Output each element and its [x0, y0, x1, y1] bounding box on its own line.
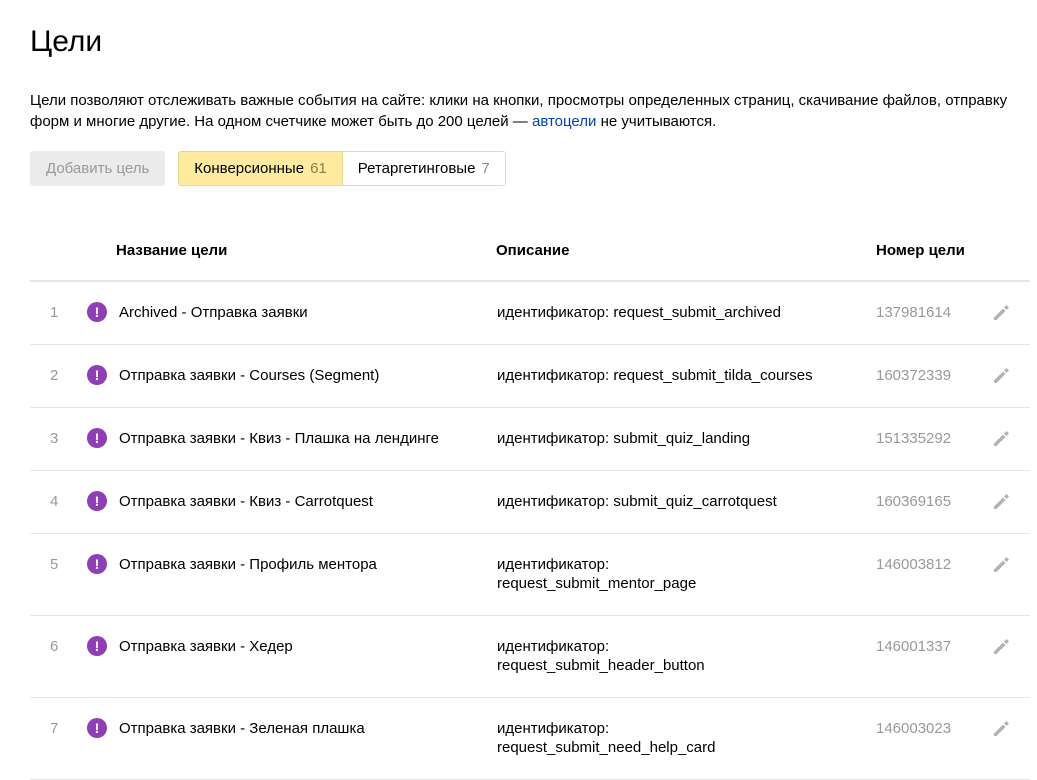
table-row: 5 ! Отправка заявки - Профиль ментора ид… [30, 534, 1030, 616]
row-number: 1 [50, 304, 59, 321]
autogoals-link[interactable]: автоцели [532, 113, 596, 130]
goal-type-tabs: Конверсионные 61 Ретаргетинговые 7 [178, 151, 506, 186]
goal-description-label: идентификатор: [497, 720, 610, 737]
goal-id: 146003023 [876, 720, 952, 737]
goal-description-label: идентификатор: [497, 493, 614, 510]
row-number: 2 [50, 367, 59, 384]
tab-retargeting-count: 7 [481, 160, 490, 177]
description-text: Цели позволяют отслеживать важные событи… [30, 92, 1008, 130]
warning-icon: ! [87, 428, 107, 448]
warning-icon: ! [87, 718, 107, 738]
warning-icon: ! [87, 554, 107, 574]
table-row: 2 ! Отправка заявки - Courses (Segment) … [30, 345, 1030, 408]
goals-table: Название цели Описание Номер цели 1 ! Ar… [30, 222, 1030, 780]
pencil-icon[interactable] [990, 302, 1012, 324]
header-goal-id: Номер цели [876, 242, 965, 259]
goal-description-label: идентификатор: [497, 638, 610, 655]
goal-description: идентификатор: request_submit_mentor_pag… [497, 555, 857, 593]
goal-description-value: request_submit_tilda_courses [613, 367, 813, 384]
goal-description-label: идентификатор: [497, 430, 614, 447]
tab-conversion-count: 61 [310, 160, 327, 177]
goal-description-value: request_submit_archived [613, 304, 781, 321]
header-description: Описание [496, 242, 570, 259]
goal-name: Отправка заявки - Квиз - Плашка на ленди… [119, 430, 439, 447]
table-row: 1 ! Archived - Отправка заявки идентифик… [30, 282, 1030, 345]
tab-retargeting-label: Ретаргетинговые [357, 160, 476, 177]
pencil-icon[interactable] [990, 365, 1012, 387]
row-number: 4 [50, 493, 59, 510]
page-description: Цели позволяют отслеживать важные событи… [30, 90, 1030, 132]
goal-description: идентификатор: submit_quiz_carrotquest [497, 492, 857, 511]
warning-icon: ! [87, 365, 107, 385]
goal-name: Archived - Отправка заявки [119, 304, 308, 321]
table-row: 7 ! Отправка заявки - Зеленая плашка иде… [30, 698, 1030, 780]
warning-icon: ! [87, 491, 107, 511]
page-title: Цели [30, 25, 103, 58]
toolbar: Добавить цель Конверсионные 61 Ретаргети… [30, 151, 506, 186]
goal-id: 146001337 [876, 638, 952, 655]
row-number: 3 [50, 430, 59, 447]
goal-description-value: request_submit_header_button [497, 657, 705, 674]
goal-description-value: submit_quiz_landing [613, 430, 751, 447]
goal-name: Отправка заявки - Квиз - Carrotquest [119, 493, 373, 510]
goal-id: 146003812 [876, 556, 952, 573]
goal-description: идентификатор: request_submit_tilda_cour… [497, 366, 857, 385]
pencil-icon[interactable] [990, 428, 1012, 450]
goal-description-value: request_submit_need_help_card [497, 739, 716, 756]
table-row: 6 ! Отправка заявки - Хедер идентификато… [30, 616, 1030, 698]
pencil-icon[interactable] [990, 636, 1012, 658]
goal-description-label: идентификатор: [497, 367, 614, 384]
goal-name: Отправка заявки - Зеленая плашка [119, 720, 365, 737]
goal-description-label: идентификатор: [497, 556, 610, 573]
goal-description-value: request_submit_mentor_page [497, 575, 697, 592]
goal-description: идентификатор: request_submit_need_help_… [497, 719, 857, 757]
goal-id: 137981614 [876, 304, 952, 321]
pencil-icon[interactable] [990, 491, 1012, 513]
description-tail: не учитываются. [596, 113, 717, 130]
goal-description: идентификатор: request_submit_header_but… [497, 637, 857, 675]
pencil-icon[interactable] [990, 554, 1012, 576]
row-number: 7 [50, 720, 59, 737]
goal-name: Отправка заявки - Профиль ментора [119, 556, 377, 573]
warning-icon: ! [87, 636, 107, 656]
goal-id: 160369165 [876, 493, 952, 510]
row-number: 5 [50, 556, 59, 573]
goal-description: идентификатор: request_submit_archived [497, 303, 857, 322]
tab-retargeting[interactable]: Ретаргетинговые 7 [342, 151, 506, 186]
goal-description-label: идентификатор: [497, 304, 614, 321]
goal-name: Отправка заявки - Хедер [119, 638, 293, 655]
table-row: 3 ! Отправка заявки - Квиз - Плашка на л… [30, 408, 1030, 471]
add-goal-button[interactable]: Добавить цель [30, 151, 166, 186]
table-header: Название цели Описание Номер цели [30, 222, 1030, 282]
table-body: 1 ! Archived - Отправка заявки идентифик… [30, 282, 1030, 780]
goal-description-value: submit_quiz_carrotquest [613, 493, 777, 510]
table-row: 4 ! Отправка заявки - Квиз - Carrotquest… [30, 471, 1030, 534]
warning-icon: ! [87, 302, 107, 322]
pencil-icon[interactable] [990, 718, 1012, 740]
goal-name: Отправка заявки - Courses (Segment) [119, 367, 380, 384]
goal-description: идентификатор: submit_quiz_landing [497, 429, 857, 448]
goal-id: 160372339 [876, 367, 952, 384]
header-goal-name: Название цели [116, 242, 228, 259]
tab-conversion[interactable]: Конверсионные 61 [178, 151, 343, 186]
row-number: 6 [50, 638, 59, 655]
tab-conversion-label: Конверсионные [194, 160, 305, 177]
goal-id: 151335292 [876, 430, 952, 447]
